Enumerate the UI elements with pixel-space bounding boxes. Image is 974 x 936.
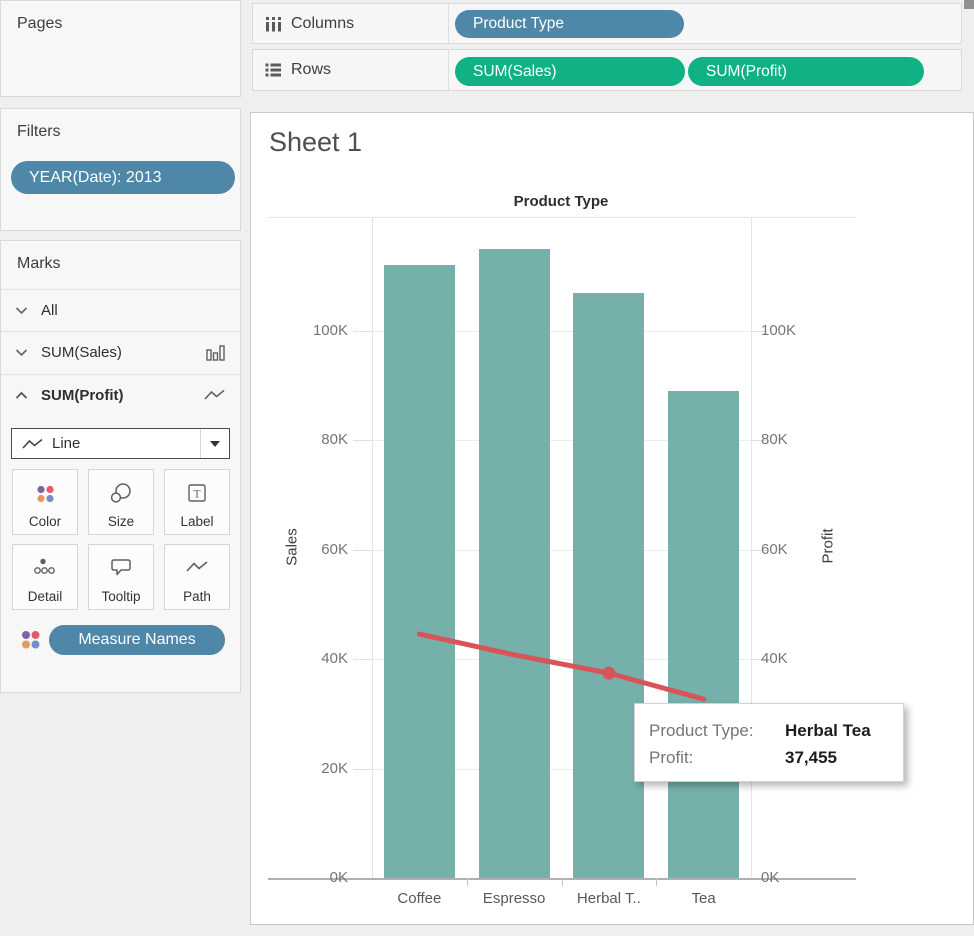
button-label: Path bbox=[183, 589, 211, 604]
divider bbox=[448, 4, 449, 43]
left-tick-mark bbox=[353, 769, 372, 770]
column-field-header[interactable]: Product Type bbox=[461, 193, 661, 210]
category-tick-mark bbox=[656, 878, 657, 886]
left-axis-tick-label: 20K bbox=[288, 759, 348, 779]
color-dots-icon bbox=[17, 627, 43, 653]
chart-area: Sheet 1 Product Type Sales Profit Produc… bbox=[250, 112, 974, 925]
color-dots-icon bbox=[33, 482, 57, 506]
left-axis-tick-label: 40K bbox=[288, 649, 348, 669]
path-line-icon bbox=[186, 557, 208, 574]
rows-shelf-label: Rows bbox=[291, 61, 331, 79]
detail-button[interactable]: Detail bbox=[12, 544, 78, 610]
tooltip-label: Product Type: bbox=[649, 717, 785, 744]
category-tick-mark bbox=[562, 878, 563, 886]
marks-card: Marks All SUM(Sales) SUM(Profit) Line bbox=[0, 240, 241, 693]
tooltip-row: Profit: 37,455 bbox=[649, 744, 903, 771]
columns-shelf[interactable]: Columns Product Type bbox=[252, 3, 962, 44]
left-tick-mark bbox=[353, 331, 372, 332]
size-circles-icon bbox=[109, 482, 133, 504]
detail-dots-icon bbox=[33, 557, 57, 577]
button-label: Color bbox=[29, 514, 61, 529]
line-mark-icon bbox=[22, 438, 43, 450]
right-axis-tick-label: 40K bbox=[761, 649, 821, 669]
button-label: Label bbox=[180, 514, 213, 529]
right-axis-tick-label: 60K bbox=[761, 540, 821, 560]
filters-shelf[interactable]: Filters YEAR(Date): 2013 bbox=[0, 108, 241, 231]
encoding-pill-measure-names[interactable]: Measure Names bbox=[49, 625, 225, 655]
marks-row-label: SUM(Sales) bbox=[41, 344, 206, 361]
pages-shelf[interactable]: Pages bbox=[0, 0, 241, 97]
left-tick-mark bbox=[353, 659, 372, 660]
pill-sum-sales[interactable]: SUM(Sales) bbox=[455, 57, 685, 86]
left-axis-tick-label: 0K bbox=[288, 868, 348, 888]
rows-shelf[interactable]: Rows SUM(Sales) SUM(Profit) bbox=[252, 49, 962, 91]
marks-row-label: All bbox=[41, 302, 240, 319]
marks-row-sum-sales[interactable]: SUM(Sales) bbox=[1, 331, 240, 374]
label-button[interactable]: T Label bbox=[164, 469, 230, 535]
left-axis-tick-label: 60K bbox=[288, 540, 348, 560]
chevron-down-icon[interactable] bbox=[15, 348, 28, 357]
path-button[interactable]: Path bbox=[164, 544, 230, 610]
window-corner bbox=[964, 0, 974, 9]
size-button[interactable]: Size bbox=[88, 469, 154, 535]
left-axis-tick-label: 100K bbox=[288, 321, 348, 341]
chevron-up-icon[interactable] bbox=[15, 391, 28, 400]
filters-title: Filters bbox=[17, 123, 61, 141]
marks-row-sum-profit[interactable]: SUM(Profit) bbox=[1, 374, 240, 416]
tooltip-button[interactable]: Tooltip bbox=[88, 544, 154, 610]
button-label: Tooltip bbox=[101, 589, 140, 604]
right-axis-tick-label: 100K bbox=[761, 321, 821, 341]
svg-text:T: T bbox=[193, 489, 200, 501]
left-tick-mark bbox=[353, 550, 372, 551]
dropdown-arrow-icon[interactable] bbox=[201, 441, 229, 447]
columns-icon bbox=[264, 15, 283, 32]
filter-pill-year-date[interactable]: YEAR(Date): 2013 bbox=[11, 161, 235, 194]
marks-row-all[interactable]: All bbox=[1, 289, 240, 331]
line-chart-icon bbox=[204, 389, 225, 401]
tooltip-row: Product Type: Herbal Tea bbox=[649, 717, 903, 744]
marks-row-label: SUM(Profit) bbox=[41, 387, 204, 404]
highlighted-point[interactable] bbox=[602, 667, 615, 680]
color-button[interactable]: Color bbox=[12, 469, 78, 535]
left-tick-mark bbox=[353, 440, 372, 441]
tooltip-value: Herbal Tea bbox=[785, 717, 871, 744]
chevron-down-icon[interactable] bbox=[15, 306, 28, 315]
right-axis-tick-label: 0K bbox=[761, 868, 821, 888]
profit-line-mark[interactable] bbox=[419, 634, 703, 699]
left-axis-tick-label: 80K bbox=[288, 430, 348, 450]
bar-chart-icon bbox=[206, 344, 225, 361]
right-axis-title[interactable]: Profit bbox=[820, 528, 837, 563]
pill-sum-profit[interactable]: SUM(Profit) bbox=[688, 57, 924, 86]
x-axis-tick-label[interactable]: Tea bbox=[644, 890, 764, 907]
button-label: Detail bbox=[28, 589, 63, 604]
rows-icon bbox=[264, 62, 283, 79]
sheet-title: Sheet 1 bbox=[269, 127, 362, 158]
columns-shelf-label: Columns bbox=[291, 15, 354, 33]
tooltip-value: 37,455 bbox=[785, 744, 837, 771]
button-label: Size bbox=[108, 514, 134, 529]
tooltip-bubble-icon bbox=[109, 557, 133, 577]
right-axis-tick-label: 80K bbox=[761, 430, 821, 450]
pill-product-type[interactable]: Product Type bbox=[455, 10, 684, 38]
mark-type-value: Line bbox=[52, 435, 200, 452]
chart-tooltip: Product Type: Herbal Tea Profit: 37,455 bbox=[634, 703, 904, 782]
mark-type-dropdown[interactable]: Line bbox=[11, 428, 230, 459]
category-tick-mark bbox=[467, 878, 468, 886]
pages-title: Pages bbox=[17, 15, 62, 33]
divider bbox=[448, 50, 449, 90]
tooltip-label: Profit: bbox=[649, 744, 785, 771]
label-text-icon: T bbox=[186, 482, 208, 504]
marks-title: Marks bbox=[17, 255, 61, 273]
